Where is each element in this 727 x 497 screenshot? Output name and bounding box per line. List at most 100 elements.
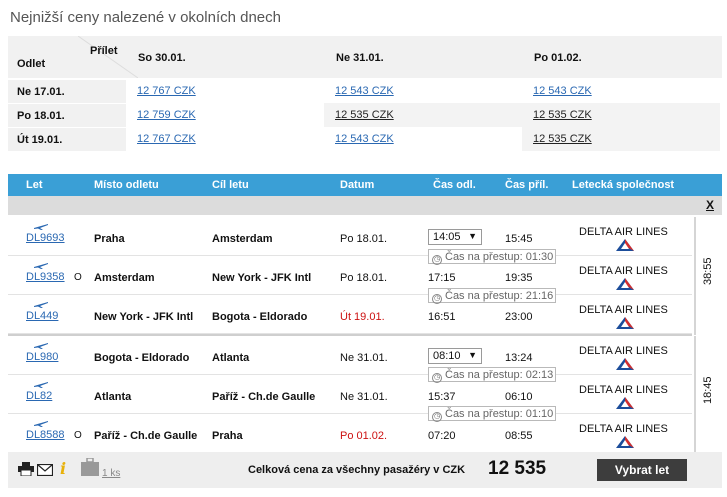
col-from: Místo odletu [94, 179, 159, 191]
flight-segment: DL8588 O Paříž - Ch.de Gaulle Praha Po 0… [8, 414, 692, 453]
matrix-row-label: Po 18.01. [8, 103, 126, 127]
departure-time-select[interactable]: 14:05 ▼ [428, 229, 482, 245]
prilet-label: Přílet [90, 45, 118, 57]
plane-icon [34, 302, 48, 308]
flight-segment: DL980 Bogota - Eldorado Atlanta Ne 31.01… [8, 336, 692, 375]
price-matrix: Přílet Odlet So 30.01. Ne 31.01. Po 01.0… [8, 36, 722, 154]
delta-logo-icon [616, 278, 634, 290]
delta-logo-icon [616, 239, 634, 251]
departure-place: Paříž - Ch.de Gaulle [94, 430, 198, 442]
plane-icon [34, 263, 48, 269]
mail-icon[interactable] [37, 464, 53, 476]
flight-date: Po 01.02. [340, 430, 388, 442]
flight-date: Po 18.01. [340, 272, 388, 284]
flight-date: Ne 31.01. [340, 352, 388, 364]
arrival-place: Amsterdam [212, 233, 273, 245]
matrix-cell: 12 543 CZK [324, 127, 522, 151]
dropdown-arrow-icon: ▼ [468, 231, 477, 241]
arrival-place: New York - JFK Intl [212, 272, 312, 284]
stop-marker: O [74, 430, 82, 441]
plane-icon [34, 343, 48, 349]
matrix-row: Út 19.01. 12 767 CZK 12 543 CZK 12 535 C… [8, 127, 722, 151]
flight-code-link[interactable]: DL9693 [26, 232, 65, 244]
flights-table: Let Místo odletu Cíl letu Datum Čas odl.… [8, 174, 722, 454]
booking-footer: i 1 ks Celková cena za všechny pasažéry … [8, 452, 722, 488]
baggage-icon [81, 458, 99, 476]
departure-time: 15:37 [428, 391, 456, 403]
arrival-time: 08:55 [505, 430, 533, 442]
flight-date: Út 19.01. [340, 311, 385, 323]
flight-segment: DL9358 O Amsterdam New York - JFK Intl P… [8, 256, 692, 295]
departure-time: 16:51 [428, 311, 456, 323]
flights-header: Let Místo odletu Cíl letu Datum Čas odl.… [8, 174, 722, 196]
delta-logo-icon [616, 358, 634, 370]
stop-marker: O [74, 272, 82, 283]
airline-name: DELTA AIR LINES [579, 304, 668, 316]
price-link[interactable]: 12 535 CZK [335, 109, 394, 121]
col-to: Cíl letu [212, 179, 249, 191]
plane-icon [34, 382, 48, 388]
price-link[interactable]: 12 767 CZK [137, 133, 196, 145]
print-icon[interactable] [18, 462, 34, 476]
flight-code-link[interactable]: DL8588 [26, 429, 65, 441]
col-let: Let [26, 179, 43, 191]
matrix-row: Ne 17.01. 12 767 CZK 12 543 CZK 12 543 C… [8, 79, 722, 103]
flight-code-link[interactable]: DL9358 [26, 271, 65, 283]
delta-logo-icon [616, 436, 634, 448]
delta-logo-icon [616, 317, 634, 329]
flight-date: Ne 31.01. [340, 391, 388, 403]
col-arr: Čas příl. [505, 179, 549, 191]
price-link[interactable]: 12 535 CZK [533, 133, 592, 145]
departure-time: 17:15 [428, 272, 456, 284]
select-flight-button[interactable]: Vybrat let [597, 459, 687, 481]
departure-time: 08:10 [433, 350, 461, 362]
arrival-place: Praha [212, 430, 243, 442]
airline-name: DELTA AIR LINES [579, 265, 668, 277]
matrix-cell: 12 543 CZK [522, 79, 720, 103]
price-link[interactable]: 12 543 CZK [335, 133, 394, 145]
arrival-time: 15:45 [505, 233, 533, 245]
airline-name: DELTA AIR LINES [579, 384, 668, 396]
dropdown-arrow-icon: ▼ [468, 350, 477, 360]
col-date: Datum [340, 179, 375, 191]
matrix-row-label: Ne 17.01. [8, 79, 126, 103]
duration-text: 18:45 [702, 376, 714, 404]
airline-name: DELTA AIR LINES [579, 226, 668, 238]
return-duration: 18:45 [694, 336, 720, 454]
matrix-cell-lowest: 12 535 CZK [522, 127, 720, 151]
price-link[interactable]: 12 543 CZK [533, 85, 592, 97]
close-button[interactable]: X [706, 198, 714, 212]
price-link[interactable]: 12 535 CZK [533, 109, 592, 121]
matrix-col-header: So 30.01. [138, 52, 186, 64]
arrival-time: 19:35 [505, 272, 533, 284]
odlet-label: Odlet [17, 58, 46, 70]
airline-name: DELTA AIR LINES [579, 345, 668, 357]
airline-name: DELTA AIR LINES [579, 423, 668, 435]
arrival-time: 06:10 [505, 391, 533, 403]
matrix-col-header: Ne 31.01. [336, 52, 384, 64]
flight-code-link[interactable]: DL449 [26, 310, 58, 322]
info-icon[interactable]: i [60, 459, 66, 478]
duration-bar [694, 336, 696, 454]
baggage-count-link[interactable]: 1 ks [102, 468, 120, 479]
matrix-cell-lowest: 12 535 CZK [522, 103, 720, 127]
price-link[interactable]: 12 543 CZK [335, 85, 394, 97]
flight-date: Po 18.01. [340, 233, 388, 245]
matrix-cell: 12 759 CZK [126, 103, 324, 127]
departure-time-select[interactable]: 08:10 ▼ [428, 348, 482, 364]
flight-segment: DL9693 Praha Amsterdam Po 18.01. 14:05 ▼ … [8, 217, 692, 256]
matrix-cell-lowest: 12 535 CZK [324, 103, 522, 127]
plane-icon [34, 421, 48, 427]
col-airline: Letecká společnost [572, 179, 675, 191]
price-link[interactable]: 12 767 CZK [137, 85, 196, 97]
matrix-diagonal [78, 36, 138, 78]
matrix-header: Přílet Odlet So 30.01. Ne 31.01. Po 01.0… [8, 36, 722, 78]
flight-code-link[interactable]: DL980 [26, 351, 58, 363]
matrix-row-label: Út 19.01. [8, 127, 126, 151]
departure-place: Atlanta [94, 391, 132, 403]
price-link[interactable]: 12 759 CZK [137, 109, 196, 121]
matrix-row: Po 18.01. 12 759 CZK 12 535 CZK 12 535 C… [8, 103, 722, 127]
duration-bar [694, 217, 696, 335]
matrix-col-header: Po 01.02. [534, 52, 582, 64]
flight-code-link[interactable]: DL82 [26, 390, 52, 402]
